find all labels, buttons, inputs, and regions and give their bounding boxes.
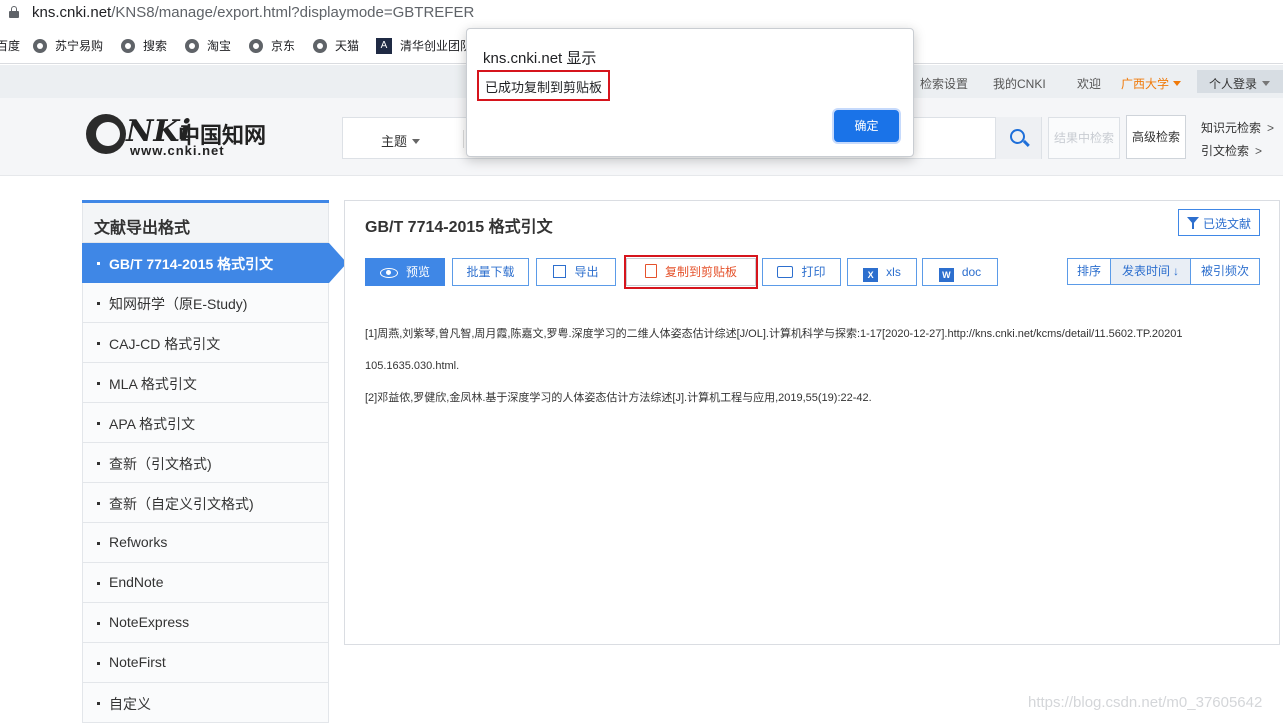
doc-button[interactable]: Wdoc [922, 258, 998, 286]
preview-button[interactable]: 预览 [365, 258, 445, 286]
search-in-results-button[interactable]: 结果中检索 [1048, 117, 1120, 159]
chevron-right-icon: > [1267, 121, 1275, 135]
caret-down-icon [1173, 81, 1182, 86]
globe-icon [313, 38, 327, 53]
globe-icon [33, 38, 47, 53]
dialog-ok-button[interactable]: 确定 [834, 110, 899, 142]
bookmark-item[interactable]: A 清华创业团队 [376, 37, 472, 54]
export-format-sidebar: 文献导出格式 GB/T 7714-2015 格式引文 知网研学（原E-Study… [82, 200, 347, 723]
logo-url: www.cnki.net [130, 143, 225, 158]
sidebar-item-apa[interactable]: APA 格式引文 [82, 403, 329, 443]
logo-c-mark [86, 114, 126, 154]
welcome-text: 欢迎 [1077, 77, 1102, 91]
globe-icon [121, 38, 135, 53]
sidebar-item-noteexpress[interactable]: NoteExpress [82, 603, 329, 643]
bookmark-item[interactable]: 百度 [0, 37, 20, 54]
reference-line: [2]邓益侬,罗健欣,金凤林.基于深度学习的人体姿态估计方法综述[J].计算机工… [365, 392, 872, 404]
sidebar-item-refworks[interactable]: Refworks [82, 523, 329, 563]
knowledge-search-link[interactable]: 知识元检索 > [1201, 119, 1274, 136]
citation-search-link[interactable]: 引文检索 > [1201, 142, 1262, 159]
bookmark-item[interactable]: 京东 [249, 37, 295, 54]
watermark: https://blog.csdn.net/m0_37605642 [1028, 694, 1263, 711]
bookmark-item[interactable]: 天猫 [313, 37, 359, 54]
batch-download-button[interactable]: 批量下载 [452, 258, 529, 286]
dialog-message: 已成功复制到剪贴板 [477, 70, 611, 101]
sidebar-item-novelty-custom[interactable]: 查新（自定义引文格式) [82, 483, 329, 523]
sidebar-item-custom[interactable]: 自定义 [82, 683, 329, 723]
sort-by-cited-button[interactable]: 被引频次 [1191, 259, 1259, 284]
sidebar-item-cajcd[interactable]: CAJ-CD 格式引文 [82, 323, 329, 363]
search-settings-link[interactable]: 检索设置 [920, 75, 968, 92]
sort-label: 排序 [1068, 259, 1111, 284]
external-link-icon [553, 265, 567, 278]
reference-line: 105.1635.030.html. [365, 360, 460, 372]
globe-icon [185, 38, 199, 53]
lock-icon [9, 6, 19, 18]
login-dropdown[interactable]: 个人登录 [1197, 70, 1283, 93]
logo-icon: A [376, 37, 392, 54]
cnki-logo[interactable]: NKi 中国知网 www.cnki.net [86, 114, 266, 158]
selected-docs-button[interactable]: 已选文献 [1178, 209, 1260, 236]
chevron-right-icon: > [1255, 144, 1263, 158]
printer-icon [777, 266, 794, 278]
my-cnki-link[interactable]: 我的CNKI [993, 75, 1046, 92]
sidebar-item-gbt7714[interactable]: GB/T 7714-2015 格式引文 [82, 243, 347, 283]
browser-url-bar[interactable]: kns.cnki.net/KNS8/manage/export.html?dis… [0, 0, 1283, 27]
bookmark-item[interactable]: 苏宁易购 [33, 37, 103, 54]
export-panel: GB/T 7714-2015 格式引文 已选文献 预览 批量下载 导出 复制到剪… [344, 200, 1280, 645]
sidebar-item-notefirst[interactable]: NoteFirst [82, 643, 329, 683]
print-button[interactable]: 打印 [762, 258, 841, 286]
sidebar-title: 文献导出格式 [82, 203, 329, 243]
arrow-down-icon: ↓ [1173, 264, 1179, 278]
caret-down-icon [1262, 81, 1271, 86]
sidebar-item-endnote[interactable]: EndNote [82, 563, 329, 603]
bookmark-item[interactable]: 搜索 [121, 37, 167, 54]
institution-dropdown[interactable]: 广西大学 [1121, 75, 1182, 92]
sidebar-item-novelty[interactable]: 查新（引文格式) [82, 443, 329, 483]
sort-by-date-button[interactable]: 发表时间 ↓ [1111, 259, 1191, 284]
globe-icon [249, 38, 263, 53]
search-field-select[interactable]: 主题 [381, 131, 421, 150]
sort-group: 排序 发表时间 ↓ 被引频次 [1067, 258, 1260, 285]
export-button[interactable]: 导出 [536, 258, 616, 286]
excel-icon: X [863, 268, 879, 282]
highlight-box [624, 255, 758, 289]
bookmark-item[interactable]: 淘宝 [185, 37, 231, 54]
url-text[interactable]: kns.cnki.net/KNS8/manage/export.html?dis… [32, 4, 474, 21]
panel-title: GB/T 7714-2015 格式引文 [365, 219, 553, 236]
search-button[interactable] [995, 117, 1041, 159]
xls-button[interactable]: Xxls [847, 258, 917, 286]
caret-down-icon [412, 139, 421, 144]
alert-dialog: kns.cnki.net 显示 已成功复制到剪贴板 确定 [466, 28, 914, 157]
advanced-search-button[interactable]: 高级检索 [1126, 115, 1186, 159]
sidebar-item-mla[interactable]: MLA 格式引文 [82, 363, 329, 403]
filter-icon [1187, 217, 1199, 229]
dialog-title: kns.cnki.net 显示 [483, 50, 597, 67]
word-icon: W [938, 268, 954, 282]
sidebar-item-estudy[interactable]: 知网研学（原E-Study) [82, 283, 329, 323]
eye-icon [379, 268, 398, 278]
divider [463, 130, 464, 148]
reference-line: [1]周燕,刘紫琴,曾凡智,周月霞,陈嘉文,罗粤.深度学习的二维人体姿态估计综述… [365, 328, 1183, 340]
